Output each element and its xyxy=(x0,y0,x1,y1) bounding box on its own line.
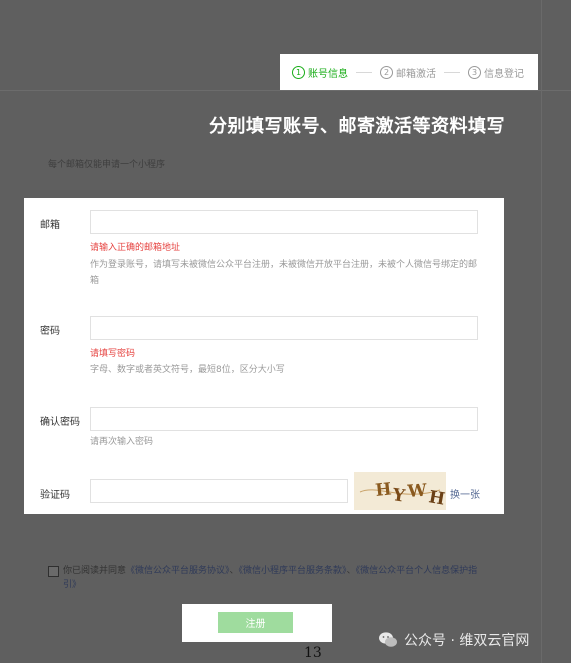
captcha-image[interactable]: H Y W H xyxy=(354,472,446,510)
email-label: 邮箱 xyxy=(40,220,60,231)
email-error: 请输入正确的邮箱地址 xyxy=(90,243,181,253)
registration-form: 邮箱 请输入正确的邮箱地址 作为登录账号，请填写未被微信公众平台注册，未被微信开… xyxy=(24,198,504,514)
email-field[interactable] xyxy=(90,210,478,234)
agreement-separator: 、 xyxy=(229,566,239,576)
confirm-password-tip: 请再次输入密码 xyxy=(90,437,154,447)
step-label: 邮箱激活 xyxy=(396,68,436,80)
step-number: 1 xyxy=(292,65,305,79)
password-field[interactable] xyxy=(90,316,478,340)
one-app-per-email-hint: 每个邮箱仅能申请一个小程序 xyxy=(48,160,166,170)
confirm-password-label: 确认密码 xyxy=(40,417,80,428)
registration-stepper: 1 账号信息 2 邮箱激活 3 信息登记 xyxy=(280,54,538,90)
wechat-icon xyxy=(379,632,397,647)
step-number: 2 xyxy=(380,65,393,79)
annotation-headline: 分别填写账号、邮寄激活等资料填写 xyxy=(209,116,505,137)
service-agreement-link[interactable]: 《微信公众平台服务协议》 xyxy=(126,566,230,576)
password-tip: 字母、数字或者英文符号，最短8位，区分大小写 xyxy=(90,365,285,375)
submit-area: 注册 xyxy=(182,604,332,642)
miniprogram-terms-link[interactable]: 《微信小程序平台服务条款》 xyxy=(239,566,347,576)
svg-text:W: W xyxy=(406,481,428,502)
background-divider xyxy=(0,90,571,91)
background-divider xyxy=(541,0,542,663)
confirm-password-field[interactable] xyxy=(90,407,478,431)
step-separator xyxy=(356,71,372,73)
step-number: 3 xyxy=(468,65,481,79)
step-separator xyxy=(444,71,460,73)
step-email-activation: 2 邮箱激活 xyxy=(380,65,436,80)
svg-text:H: H xyxy=(374,479,392,501)
page-number: 13 xyxy=(304,645,322,661)
captcha-field[interactable] xyxy=(90,479,348,503)
svg-text:Y: Y xyxy=(390,485,407,507)
agreement-row: 你已阅读并同意《微信公众平台服务协议》、《微信小程序平台服务条款》、《微信公众平… xyxy=(48,564,488,592)
step-account-info: 1 账号信息 xyxy=(292,65,348,80)
email-tip: 作为登录账号，请填写未被微信公众平台注册，未被微信开放平台注册，未被个人微信号绑… xyxy=(90,260,478,286)
refresh-captcha-link[interactable]: 换一张 xyxy=(450,486,480,501)
agreement-prefix: 你已阅读并同意 xyxy=(63,566,127,576)
agreement-separator: 、 xyxy=(346,566,356,576)
captcha-label: 验证码 xyxy=(40,490,70,501)
step-label: 账号信息 xyxy=(308,68,348,80)
agreement-text: 你已阅读并同意《微信公众平台服务协议》、《微信小程序平台服务条款》、《微信公众平… xyxy=(48,564,488,592)
watermark: 公众号 · 维双云官网 xyxy=(378,630,529,650)
captcha-graphic: H Y W H xyxy=(359,479,446,510)
password-label: 密码 xyxy=(40,326,60,337)
password-error: 请填写密码 xyxy=(90,349,136,359)
watermark-text: 公众号 · 维双云官网 xyxy=(404,633,530,649)
step-info-registration: 3 信息登记 xyxy=(468,65,524,80)
agreement-checkbox[interactable] xyxy=(48,566,59,577)
svg-text:H: H xyxy=(427,487,446,509)
step-label: 信息登记 xyxy=(484,68,524,80)
register-button[interactable]: 注册 xyxy=(218,612,293,633)
